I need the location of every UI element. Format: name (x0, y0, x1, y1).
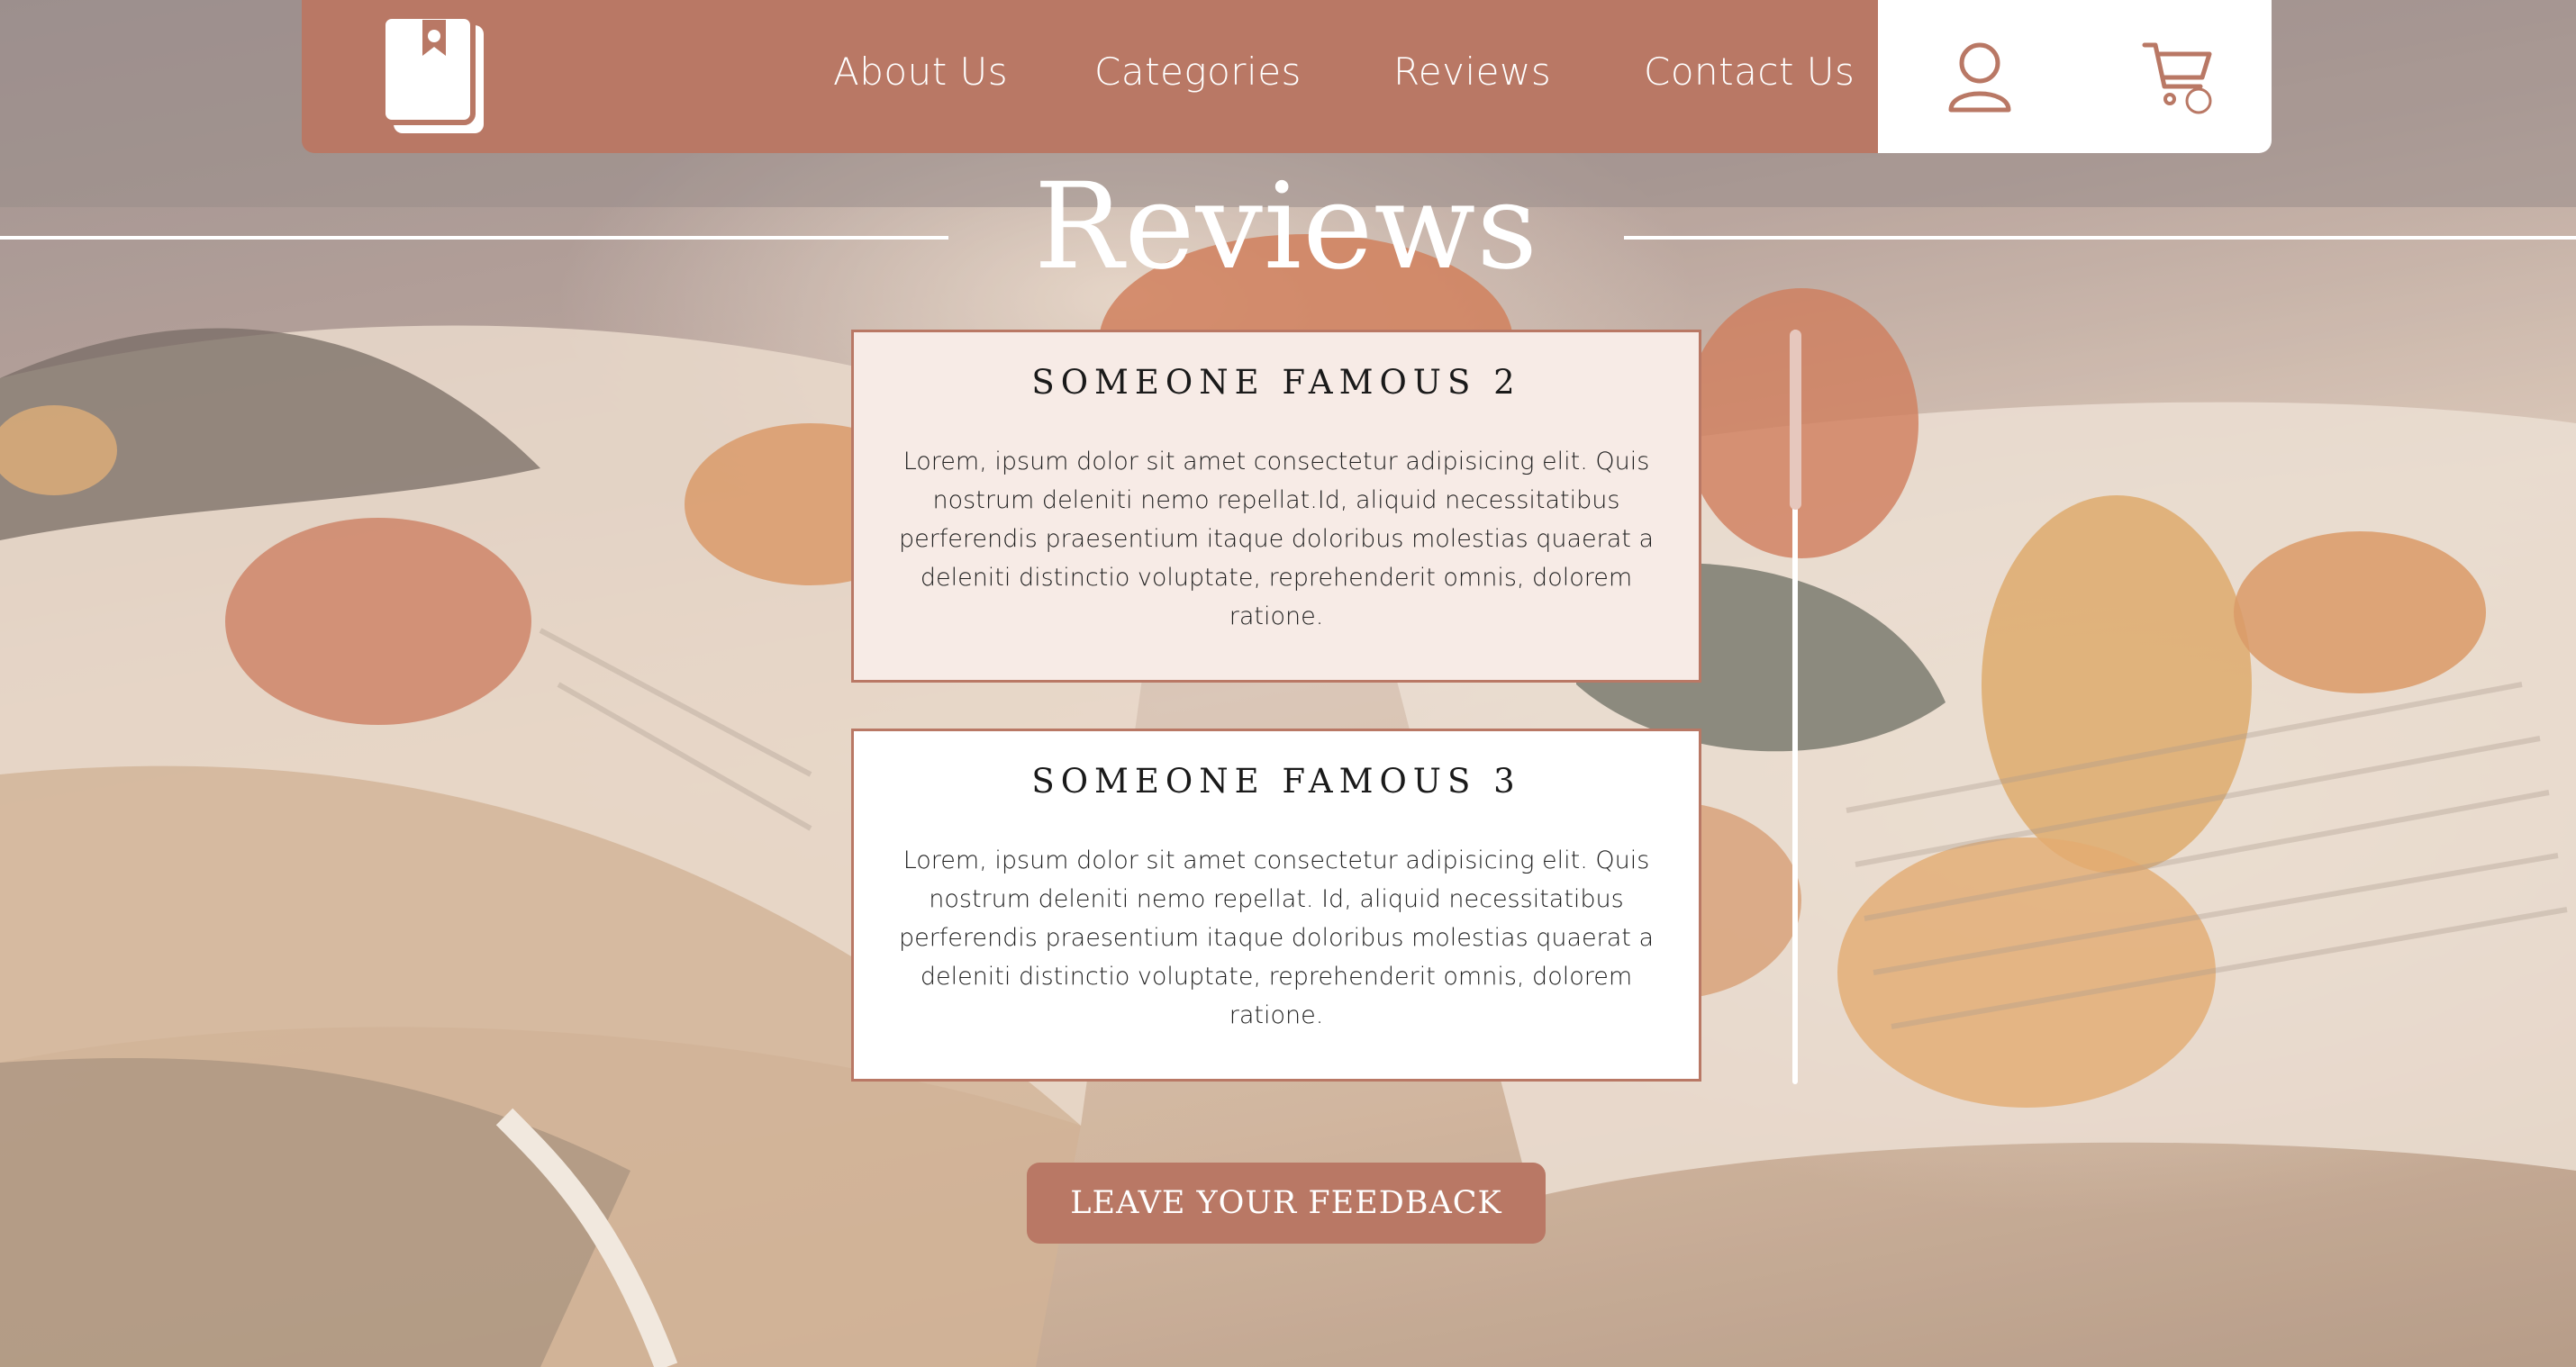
review-text: Lorem, ipsum dolor sit amet consectetur … (898, 846, 1655, 1029)
nav-links: About Us Categories Reviews Contact Us (302, 0, 2002, 153)
title-divider-left (0, 236, 948, 240)
reviewer-name: SOMEONE FAMOUS 3 (1031, 762, 1521, 801)
reviews-scrollbar-thumb[interactable] (1790, 330, 1801, 510)
cart-icon[interactable] (2139, 38, 2217, 115)
review-card: SOMEONE FAMOUS 3 Lorem, ipsum dolor sit … (851, 729, 1701, 1082)
reviewer-name: SOMEONE FAMOUS 2 (1031, 363, 1521, 402)
nav-actions (1878, 0, 2272, 153)
nav-link-contact-us[interactable]: Contact Us (1644, 50, 1855, 94)
section-title: Reviews (1033, 158, 1539, 296)
review-text: Lorem, ipsum dolor sit amet consectetur … (898, 448, 1655, 630)
nav-link-reviews[interactable]: Reviews (1393, 50, 1551, 94)
leave-feedback-button[interactable]: LEAVE YOUR FEEDBACK (1027, 1163, 1546, 1244)
user-icon[interactable] (1941, 38, 2018, 115)
nav-link-about-us[interactable]: About Us (833, 50, 1008, 94)
nav-link-categories[interactable]: Categories (1094, 50, 1302, 94)
navbar: About Us Categories Reviews Contact Us (302, 0, 2002, 153)
reviews-list: SOMEONE FAMOUS 2 Lorem, ipsum dolor sit … (851, 330, 1707, 1084)
title-divider-right (1624, 236, 2576, 240)
page: About Us Categories Reviews Contact Us R… (0, 0, 2576, 1367)
review-card: SOMEONE FAMOUS 2 Lorem, ipsum dolor sit … (851, 330, 1701, 683)
